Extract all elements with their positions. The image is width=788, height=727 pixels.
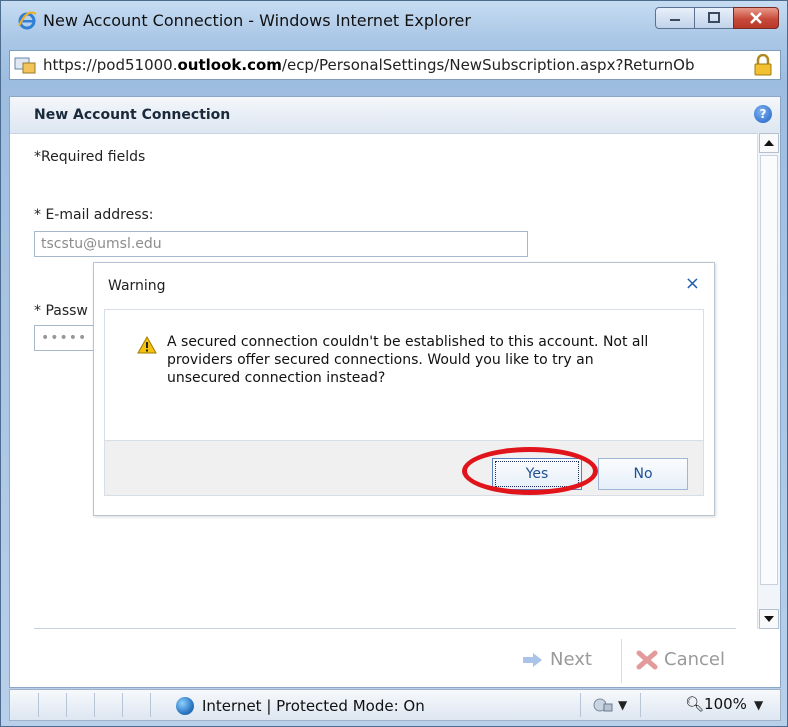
status-divider <box>66 693 67 717</box>
lock-icon[interactable] <box>754 54 772 76</box>
close-icon <box>750 12 762 24</box>
email-field[interactable]: tscstu@umsl.edu <box>34 231 528 257</box>
next-button[interactable]: Next <box>522 649 592 670</box>
address-bar[interactable]: https://pod51000.outlook.com/ecp/Persona… <box>9 50 781 80</box>
status-divider <box>150 693 151 717</box>
warning-dialog: Warning × A secured connection couldn't … <box>93 262 715 516</box>
dialog-title: Warning <box>108 278 166 294</box>
status-divider <box>580 693 581 717</box>
next-label: Next <box>550 649 592 670</box>
url-text: https://pod51000.outlook.com/ecp/Persona… <box>43 56 695 74</box>
no-button[interactable]: No <box>598 458 688 490</box>
page-footer: Next Cancel <box>10 629 780 687</box>
status-divider <box>94 693 95 717</box>
help-icon[interactable]: ? <box>754 105 772 123</box>
scroll-down-button[interactable] <box>759 609 779 629</box>
cancel-button[interactable]: Cancel <box>636 649 725 670</box>
maximize-button[interactable] <box>694 7 734 29</box>
internet-explorer-icon <box>18 11 37 30</box>
arrow-right-icon <box>523 652 542 667</box>
page-title: New Account Connection <box>34 107 231 123</box>
window-title: New Account Connection - Windows Interne… <box>43 11 471 30</box>
status-divider <box>38 693 39 717</box>
window-controls <box>655 7 779 29</box>
warning-icon <box>137 336 157 354</box>
title-bar: New Account Connection - Windows Interne… <box>9 5 779 33</box>
dialog-body: A secured connection couldn't be establi… <box>104 309 704 441</box>
arrow-up-icon <box>764 140 774 146</box>
cancel-label: Cancel <box>664 649 725 670</box>
security-settings-icon[interactable] <box>592 697 614 713</box>
zoom-dropdown-icon[interactable]: ▼ <box>754 698 763 712</box>
page-header: New Account Connection ? <box>10 97 780 134</box>
email-label: * E-mail address: <box>34 207 154 223</box>
footer-separator <box>621 639 622 683</box>
highlight-annotation-ring <box>462 447 598 495</box>
vertical-scrollbar[interactable] <box>757 133 780 629</box>
status-divider <box>640 693 641 717</box>
scroll-up-button[interactable] <box>759 133 779 153</box>
minimize-button[interactable] <box>655 7 695 29</box>
dialog-close-button[interactable]: × <box>685 273 700 294</box>
dialog-footer: Yes No <box>104 440 704 496</box>
close-window-button[interactable] <box>733 7 779 29</box>
zoom-level[interactable]: 🔍︎100% <box>685 695 747 713</box>
status-bar: Internet | Protected Mode: On ▼ 🔍︎100% ▼ <box>9 689 781 721</box>
security-zone-text[interactable]: Internet | Protected Mode: On <box>202 697 425 715</box>
cancel-x-icon <box>636 650 658 669</box>
page-icon <box>14 57 36 74</box>
arrow-down-icon <box>764 616 774 622</box>
dialog-message: A secured connection couldn't be establi… <box>167 334 649 386</box>
chevron-down-icon[interactable]: ▼ <box>618 698 627 712</box>
globe-icon <box>176 697 194 715</box>
scroll-thumb[interactable] <box>760 155 778 585</box>
minimize-icon <box>670 19 680 21</box>
maximize-icon <box>708 12 720 23</box>
status-divider <box>122 693 123 717</box>
password-label: * Passw <box>34 303 88 319</box>
required-fields-note: *Required fields <box>34 149 146 165</box>
